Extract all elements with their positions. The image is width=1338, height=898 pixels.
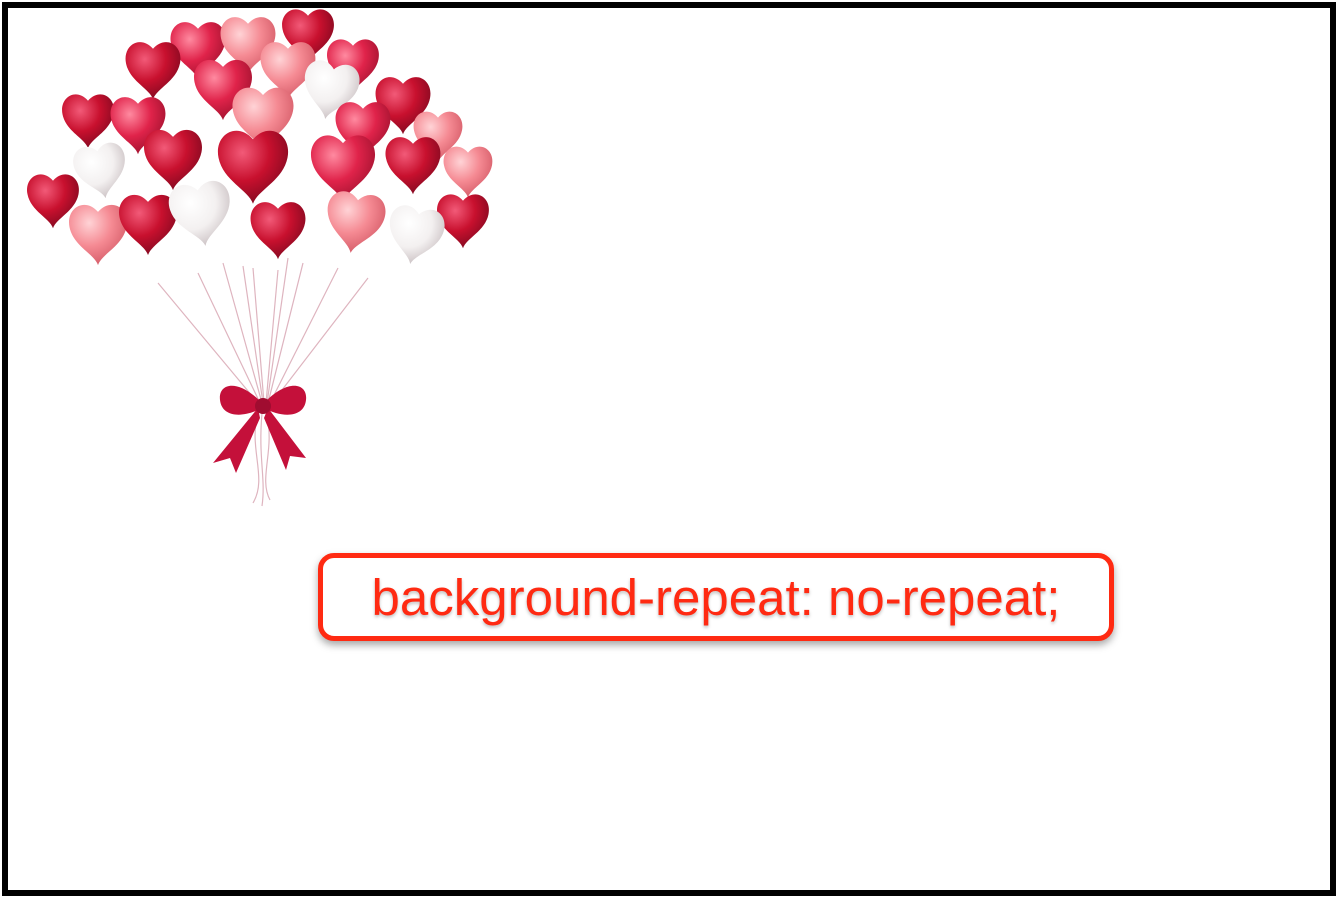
image-frame: background-repeat: no-repeat; [2,2,1336,896]
code-label-box: background-repeat: no-repeat; [318,553,1114,641]
balloon-cluster [27,9,493,269]
heart-balloons-image [27,9,493,507]
balloon-strings [157,257,369,507]
code-label-text: background-repeat: no-repeat; [371,568,1061,626]
ribbon-bow [213,385,307,473]
